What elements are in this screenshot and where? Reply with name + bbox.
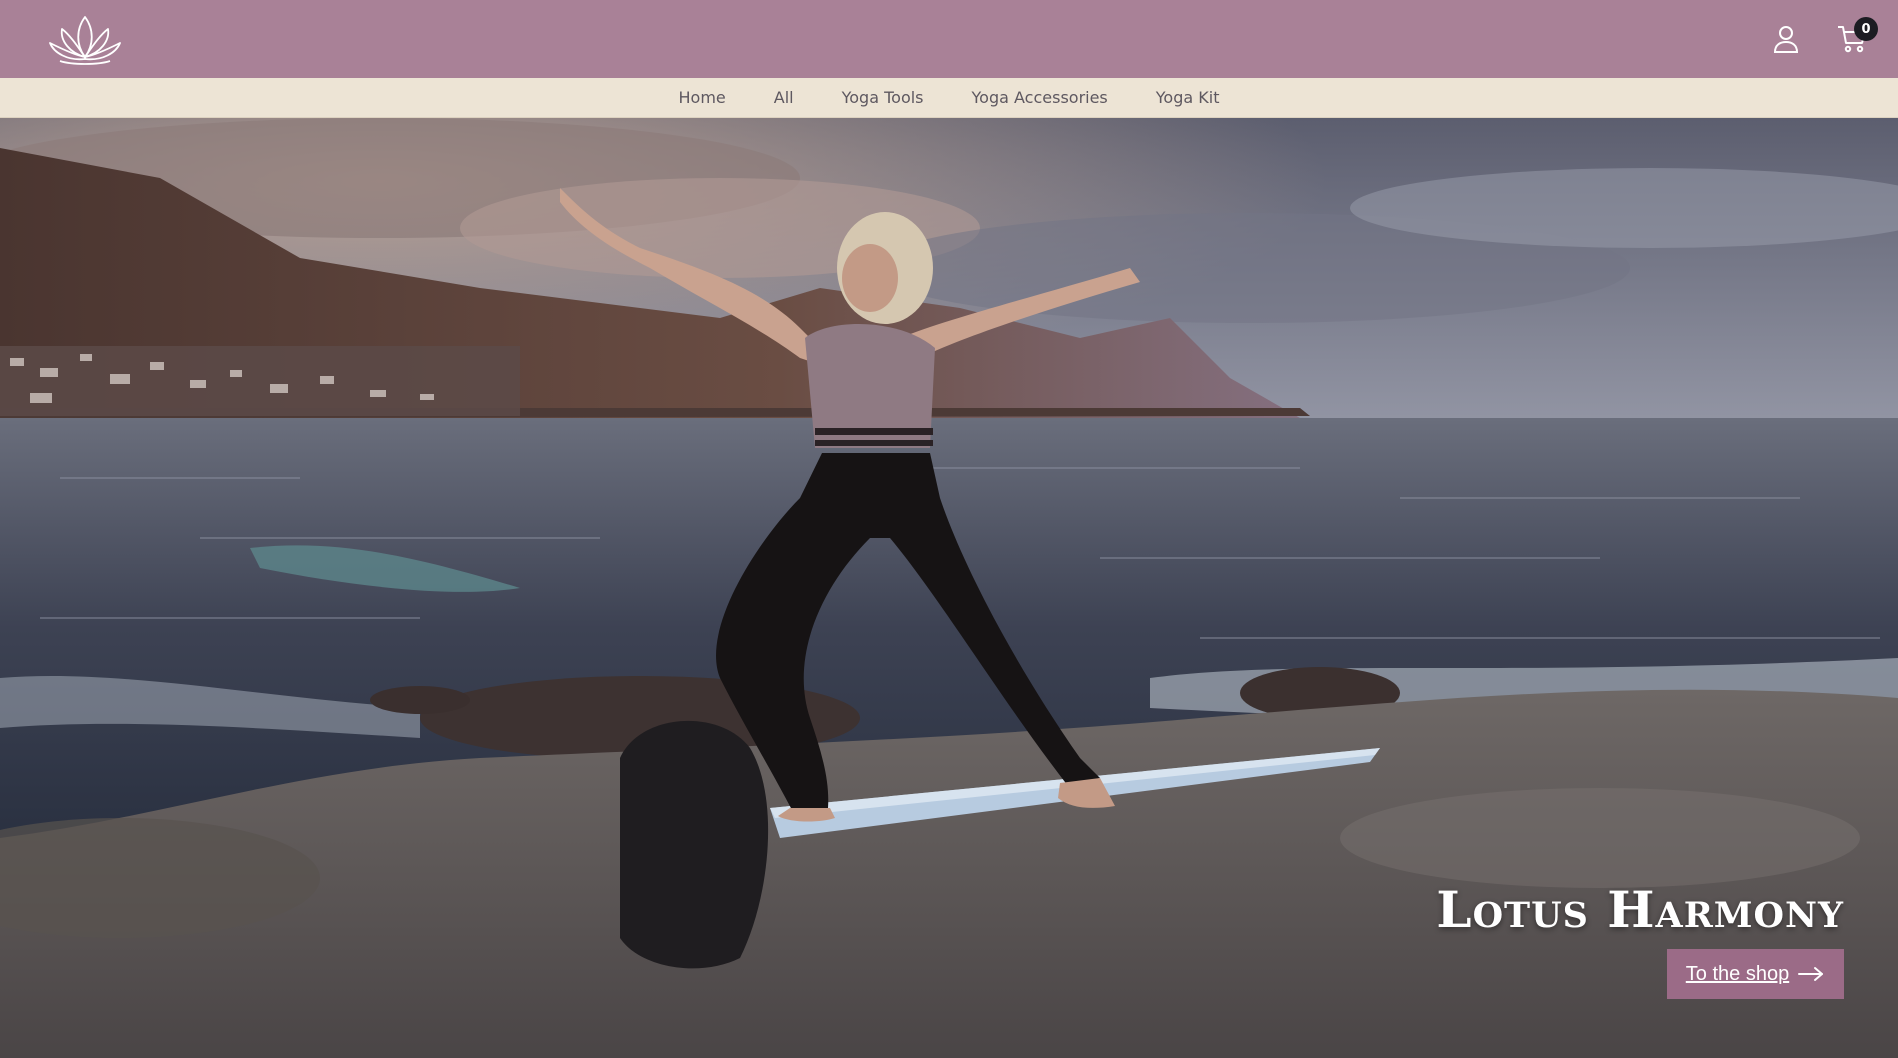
nav-item-home[interactable]: Home xyxy=(655,88,750,107)
logo-link[interactable] xyxy=(40,11,130,67)
cart-button[interactable]: 0 xyxy=(1832,17,1878,59)
user-icon xyxy=(1773,26,1799,53)
hero-banner: Lotus Harmony To the shop xyxy=(0,118,1898,1058)
hero-title: Lotus Harmony xyxy=(1436,880,1844,939)
nav-item-yoga-kit[interactable]: Yoga Kit xyxy=(1132,88,1244,107)
to-the-shop-label: To the shop xyxy=(1685,962,1790,985)
cart-count-badge: 0 xyxy=(1854,17,1878,41)
site-header: 0 xyxy=(0,0,1898,78)
lotus-logo-icon xyxy=(49,16,121,65)
main-nav: Home All Yoga Tools Yoga Accessories Yog… xyxy=(0,78,1898,118)
nav-item-all[interactable]: All xyxy=(750,88,818,107)
header-actions: 0 xyxy=(1766,17,1878,59)
arrow-right-icon xyxy=(1798,967,1824,981)
to-the-shop-button[interactable]: To the shop xyxy=(1667,949,1844,999)
nav-item-yoga-tools[interactable]: Yoga Tools xyxy=(818,88,948,107)
account-button[interactable] xyxy=(1766,19,1806,59)
nav-item-yoga-accessories[interactable]: Yoga Accessories xyxy=(948,88,1132,107)
